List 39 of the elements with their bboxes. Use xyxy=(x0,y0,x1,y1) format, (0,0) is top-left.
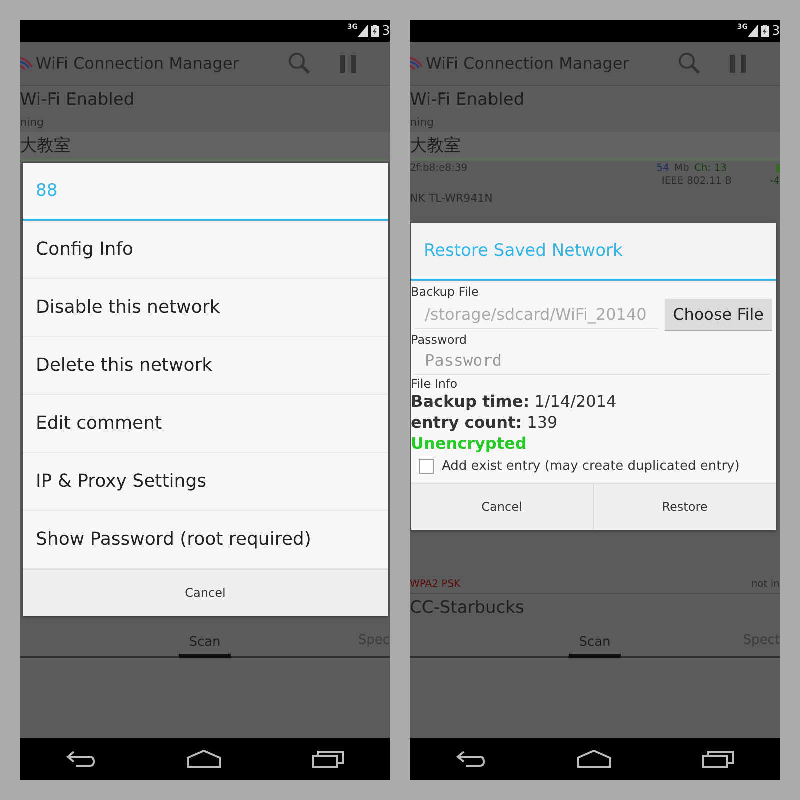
choose-file-button[interactable]: Choose File xyxy=(665,299,772,331)
recents-icon[interactable] xyxy=(702,750,734,768)
back-icon[interactable] xyxy=(66,750,96,768)
recents-icon[interactable] xyxy=(312,750,344,768)
info-text: Backup time: 1/14/2014 xyxy=(411,391,618,412)
encryption-status: Unencrypted xyxy=(411,433,528,454)
field-label: Backup File xyxy=(411,284,480,299)
section-label: File Info xyxy=(411,376,459,391)
security-text: WPA2 PSK xyxy=(410,579,461,590)
wifi-icon xyxy=(410,54,424,72)
battery-icon xyxy=(371,25,379,37)
dialog-title: Restore Saved Network xyxy=(411,223,776,281)
signal-value: -4 xyxy=(770,176,780,187)
signal-icon xyxy=(748,25,758,37)
password-field[interactable]: Password xyxy=(415,347,770,375)
home-icon[interactable] xyxy=(186,750,221,768)
clock-text: 3 xyxy=(382,24,390,38)
menu-item[interactable]: Edit comment xyxy=(23,395,388,453)
checkbox[interactable] xyxy=(419,459,434,474)
wifi-icon xyxy=(20,54,34,72)
menu-item[interactable]: Config Info xyxy=(23,221,388,279)
field-label: Password xyxy=(411,332,468,347)
menu-item[interactable]: Delete this network xyxy=(23,337,388,395)
info-text: entry count: 139 xyxy=(411,412,559,433)
back-icon[interactable] xyxy=(456,750,486,768)
battery-icon xyxy=(761,25,769,37)
speed-value: 54 xyxy=(656,163,670,174)
network-name: Wi-Fi Enabled xyxy=(20,89,136,112)
signal-icon xyxy=(358,25,368,37)
dialog-title: 88 xyxy=(23,163,388,221)
channel-text: Ch: 13 xyxy=(694,163,727,174)
home-icon[interactable] xyxy=(576,750,611,768)
network-name: CC-Starbucks xyxy=(410,597,526,620)
menu-item[interactable]: IP & Proxy Settings xyxy=(23,453,388,511)
checkbox-label: Add exist entry (may create duplicated entry) xyxy=(442,459,740,474)
network-name: Wi-Fi Enabled xyxy=(410,89,526,112)
clock-text: 3 xyxy=(772,24,780,38)
menu-item[interactable]: Disable this network xyxy=(23,279,388,337)
signal-bar xyxy=(776,164,780,173)
